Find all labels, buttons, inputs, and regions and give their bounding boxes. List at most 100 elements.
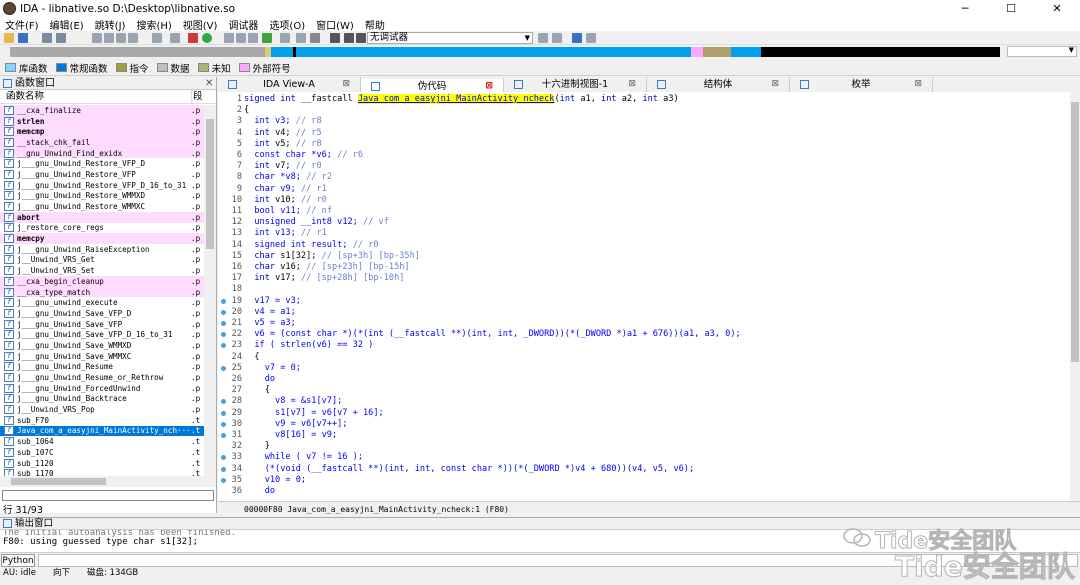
tab-structures[interactable]: 结构体 ⊠ <box>647 77 790 92</box>
run-icon[interactable] <box>202 33 212 43</box>
code-line[interactable]: 35 v10 = 0; <box>218 475 1068 486</box>
function-row[interactable]: f j___gnu_Unwind_Restore_WMMXD .p <box>0 191 204 202</box>
function-row[interactable]: f sub_1120 .t <box>0 458 204 469</box>
hex-icon[interactable] <box>170 33 180 43</box>
functions-vscrollbar[interactable] <box>204 105 216 476</box>
menu-view[interactable]: 视图(V) <box>178 17 224 32</box>
function-row[interactable]: f j___gnu_Unwind_Resume_or_Rethrow .p <box>0 372 204 383</box>
code-line[interactable]: 32 } <box>218 441 1068 452</box>
function-row[interactable]: f j___gnu_Unwind_Resume .p <box>0 362 204 373</box>
code-line[interactable]: 10 int v10; // r0 <box>218 195 1068 206</box>
function-row[interactable]: f j___gnu_Unwind_Backtrace .p <box>0 394 204 405</box>
tool-icon-1[interactable] <box>92 33 102 43</box>
function-row[interactable]: f sub_1170 .t <box>0 468 204 476</box>
function-row[interactable]: f j_restore_core_regs .p <box>0 223 204 234</box>
function-row[interactable]: f j___gnu_Unwind_Save_WMMXD .p <box>0 340 204 351</box>
function-row[interactable]: f j___gnu_Unwind_Save_VFP .p <box>0 319 204 330</box>
function-row[interactable]: f j___gnu_Unwind_Restore_VFP_D .p <box>0 158 204 169</box>
navigation-band[interactable]: ▼ <box>0 45 1080 59</box>
function-row[interactable]: f j___gnu_unwind_execute .p <box>0 297 204 308</box>
tool-icon-2[interactable] <box>104 33 114 43</box>
code-line[interactable]: 33 while ( v7 != 16 ); <box>218 452 1068 463</box>
code-line[interactable]: 12 unsigned __int8 v12; // vf <box>218 217 1068 228</box>
close-icon[interactable]: ⊠ <box>914 77 922 92</box>
tool-icon-12[interactable] <box>572 33 582 43</box>
function-row[interactable]: f j___gnu_Unwind_Restore_VFP_D_16_to_31 .p <box>0 180 204 191</box>
tab-hex-view[interactable]: 十六进制视图-1 ⊠ <box>504 77 647 92</box>
pseudocode-view[interactable]: 1 signed int __fastcall Java_com_a_easyjn… <box>218 92 1070 501</box>
code-line[interactable]: 31 v8[16] = v9; <box>218 430 1068 441</box>
function-row[interactable]: f j__Unwind_VRS_Pop .p <box>0 404 204 415</box>
nav-track[interactable] <box>10 47 1000 57</box>
close-icon[interactable]: ⊠ <box>342 77 350 92</box>
scroll-thumb[interactable] <box>1071 102 1079 362</box>
tab-ida-view-a[interactable]: IDA View-A ⊠ <box>218 77 361 92</box>
function-row[interactable]: f __cxa_begin_cleanup .p <box>0 276 204 287</box>
menu-help[interactable]: 帮助 <box>360 17 391 32</box>
function-row[interactable]: f j___gnu_Unwind_Save_WMMXC .p <box>0 351 204 362</box>
function-row[interactable]: f j___gnu_Unwind_Restore_WMMXC .p <box>0 201 204 212</box>
open-icon[interactable] <box>4 33 14 43</box>
tool-icon-5[interactable] <box>224 33 234 43</box>
function-row[interactable]: f __cxa_type_match .p <box>0 286 204 298</box>
minimize-icon[interactable]: ─ <box>942 0 988 17</box>
functions-list[interactable]: f __cxa_finalize .p f strlen .p f memcmp .p f __st… <box>0 105 204 476</box>
col-segment[interactable]: 段 <box>192 90 204 103</box>
code-line[interactable]: 8 char *v8; // r2 <box>218 172 1068 183</box>
scroll-thumb[interactable] <box>206 119 214 249</box>
function-row[interactable]: f sub_1064 .t <box>0 436 204 447</box>
function-row[interactable]: f abort .p <box>0 211 204 223</box>
download-icon[interactable] <box>152 33 162 43</box>
python-input[interactable] <box>38 554 1078 567</box>
functions-search-input[interactable] <box>2 490 214 501</box>
maximize-icon[interactable]: ☐ <box>988 0 1034 17</box>
tool-icon-7[interactable] <box>248 33 258 43</box>
function-row[interactable]: f strlen .p <box>0 115 204 127</box>
code-line[interactable]: 15 char s1[32]; // [sp+3h] [bp-35h] <box>218 251 1068 262</box>
tool-icon-10[interactable] <box>538 33 548 43</box>
close-icon[interactable]: ⊠ <box>628 77 636 92</box>
tool-icon-8[interactable] <box>280 33 290 43</box>
code-line[interactable]: 27 { <box>218 385 1068 396</box>
code-line[interactable]: 21 v5 = a3; <box>218 318 1068 329</box>
code-line[interactable]: 23 if ( strlen(v6) == 32 ) <box>218 340 1068 351</box>
menu-windows[interactable]: 窗口(W) <box>311 17 360 32</box>
cross-icon[interactable] <box>310 33 320 43</box>
code-line[interactable]: 6 const char *v6; // r6 <box>218 150 1068 161</box>
code-line[interactable]: 11 bool v11; // nf <box>218 206 1068 217</box>
function-row[interactable]: f Java_com_a_easyjni_MainActivity_nch···.… <box>0 425 204 437</box>
tool-icon-9[interactable] <box>296 33 306 43</box>
function-row[interactable]: f sub_107C .t <box>0 447 204 458</box>
save-icon[interactable] <box>18 33 28 43</box>
function-row[interactable]: f memcpy .p <box>0 233 204 244</box>
code-line[interactable]: 18 <box>218 284 1068 295</box>
function-row[interactable]: f j___gnu_Unwind_Save_VFP_D_16_to_31 .p <box>0 329 204 340</box>
code-line[interactable]: 17 int v17; // [sp+28h] [bp-10h] <box>218 273 1068 284</box>
code-vscrollbar[interactable] <box>1070 92 1080 501</box>
tab-enums[interactable]: 枚举 ⊠ <box>790 77 933 92</box>
play-icon[interactable] <box>330 33 340 43</box>
code-line[interactable]: 2{ <box>218 105 1068 116</box>
menu-search[interactable]: 搜索(H) <box>131 17 177 32</box>
menu-edit[interactable]: 编辑(E) <box>45 17 90 32</box>
functions-hscrollbar[interactable] <box>0 476 216 487</box>
close-icon[interactable]: ✕ <box>205 77 213 90</box>
menu-debugger[interactable]: 调试器 <box>223 17 264 32</box>
close-icon[interactable]: ⊠ <box>771 77 779 92</box>
add-icon[interactable] <box>262 33 272 43</box>
code-line[interactable]: 25 v7 = 0; <box>218 363 1068 374</box>
nav-combo[interactable]: ▼ <box>1007 46 1077 57</box>
debugger-select[interactable]: 无调试器 ▼ <box>367 32 533 44</box>
tool-icon-13[interactable] <box>586 33 596 43</box>
pause-icon[interactable] <box>344 33 354 43</box>
col-function-name[interactable]: 函数名称 <box>0 90 192 103</box>
menu-jump[interactable]: 跳转(J) <box>90 17 132 32</box>
function-row[interactable]: f j___gnu_Unwind_Save_VFP_D .p <box>0 308 204 319</box>
code-line[interactable]: 19 v17 = v3; <box>218 296 1068 307</box>
function-row[interactable]: f __gnu_Unwind_Find_exidx .p <box>0 147 204 159</box>
menu-options[interactable]: 选项(O) <box>264 17 311 32</box>
code-line[interactable]: 13 int v13; // r1 <box>218 228 1068 239</box>
code-line[interactable]: 36 do <box>218 486 1068 497</box>
tool-icon-11[interactable] <box>552 33 562 43</box>
code-line[interactable]: 28 v8 = &s1[v7]; <box>218 396 1068 407</box>
